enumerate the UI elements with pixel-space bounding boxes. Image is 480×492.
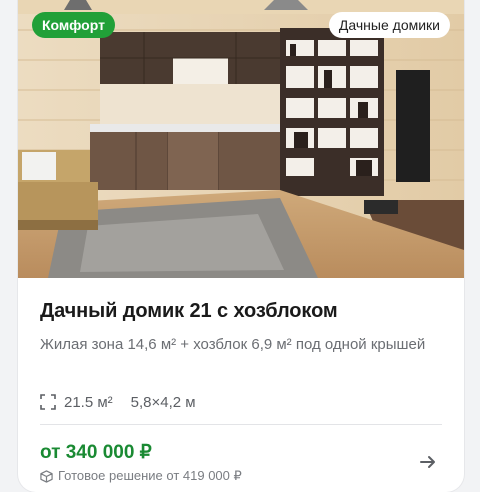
package-icon	[40, 469, 53, 483]
ready-solution: Готовое решение от 419 000 ₽	[40, 468, 242, 484]
area-value: 21.5 м²	[64, 393, 113, 411]
product-photo[interactable]: Комфорт Дачные домики	[18, 0, 464, 278]
area-frame-icon	[40, 394, 56, 410]
dimensions-value: 5,8×4,2 м	[130, 393, 196, 411]
product-specs: 21.5 м² 5,8×4,2 м	[40, 392, 196, 412]
ready-solution-text: Готовое решение от 419 000 ₽	[58, 468, 242, 483]
price: от 340 000 ₽	[40, 442, 152, 463]
arrow-right-icon	[420, 456, 435, 468]
open-card-button[interactable]	[416, 450, 440, 474]
comfort-badge: Комфорт	[32, 12, 115, 38]
product-description: Жилая зона 14,6 м² + хозблок 6,9 м² под …	[40, 336, 426, 353]
product-card[interactable]: Комфорт Дачные домики Дачный домик 21 с …	[18, 0, 464, 492]
divider	[40, 424, 442, 425]
product-title[interactable]: Дачный домик 21 с хозблоком	[40, 300, 450, 323]
category-badge[interactable]: Дачные домики	[328, 12, 450, 38]
